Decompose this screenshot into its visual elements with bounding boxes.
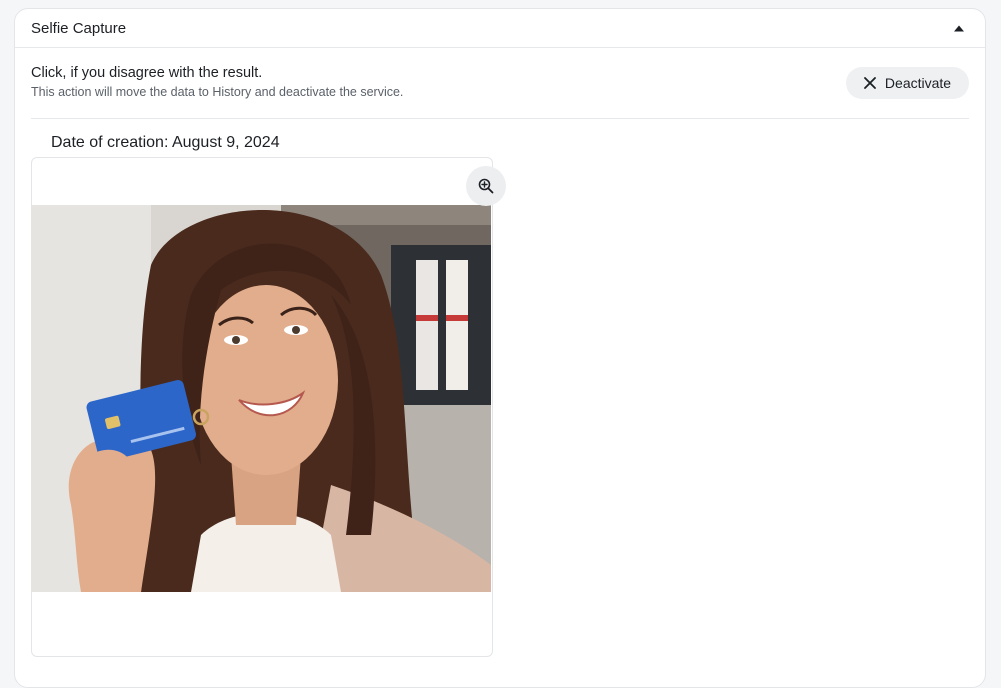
selfie-photo	[31, 205, 491, 592]
caret-up-icon	[954, 25, 964, 31]
selfie-capture-panel: Selfie Capture Click, if you disagree wi…	[14, 8, 986, 688]
close-icon	[864, 77, 876, 89]
notice-subtitle: This action will move the data to Histor…	[31, 85, 404, 99]
creation-date: Date of creation: August 9, 2024	[51, 134, 280, 151]
collapse-toggle-button[interactable]	[949, 18, 969, 38]
notice-title: Click, if you disagree with the result.	[31, 65, 263, 81]
zoom-in-icon	[478, 178, 494, 194]
panel-title: Selfie Capture	[31, 19, 127, 37]
deactivate-notice: Click, if you disagree with the result. …	[31, 64, 969, 119]
zoom-button[interactable]	[466, 166, 506, 206]
deactivate-button-label: Deactivate	[884, 75, 952, 91]
deactivate-button[interactable]: Deactivate	[846, 67, 969, 99]
panel-header[interactable]: Selfie Capture	[15, 9, 985, 48]
